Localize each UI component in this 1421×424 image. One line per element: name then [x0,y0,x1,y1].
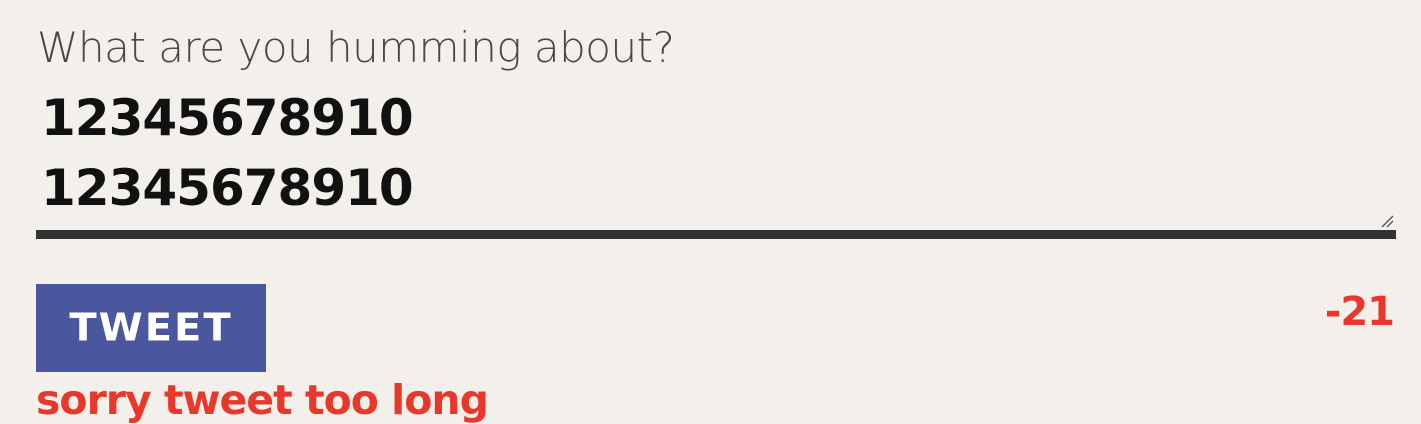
tweet-button-label: TWEET [69,306,233,350]
tweet-composer: What are you humming about? 12345678910 … [0,0,1421,424]
tweet-button[interactable]: TWEET [36,284,266,372]
error-message: sorry tweet too long [36,376,489,424]
textarea-line: 12345678910 [41,159,414,217]
resize-handle-icon[interactable] [1380,214,1394,228]
character-counter: -21 [1324,289,1395,335]
tweet-textarea[interactable]: 12345678910 12345678910 [36,88,1396,239]
composer-prompt-label: What are you humming about? [37,23,675,72]
textarea-line: 12345678910 [41,89,414,147]
